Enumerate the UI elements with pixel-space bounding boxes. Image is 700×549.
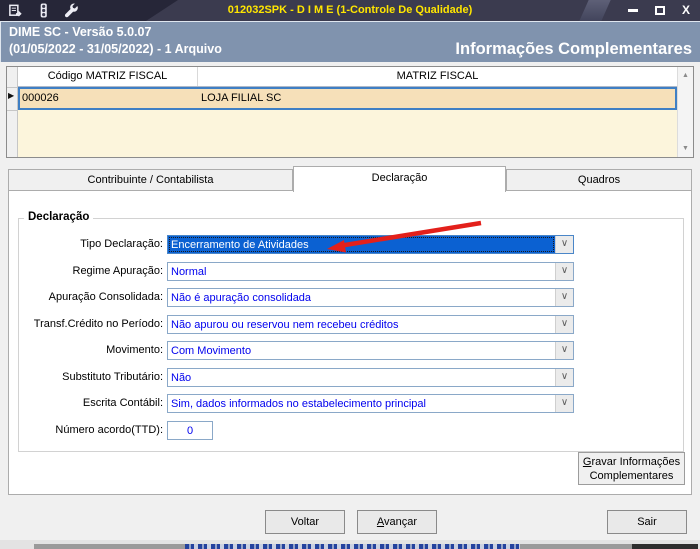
app-window: 012032SPK - D I M E (1-Controle De Quali… bbox=[0, 0, 700, 549]
maximize-button[interactable] bbox=[654, 6, 665, 15]
tab-label: Declaração bbox=[371, 172, 428, 184]
grid-header-row: Código MATRIZ FISCAL MATRIZ FISCAL bbox=[18, 67, 677, 87]
tipo-declaracao-label: Tipo Declaração: bbox=[80, 238, 163, 250]
chevron-down-icon[interactable]: ∨ bbox=[555, 395, 573, 412]
table-row[interactable]: 000026 LOJA FILIAL SC bbox=[18, 87, 677, 110]
background-window-content bbox=[185, 544, 520, 549]
chevron-down-icon[interactable]: ∨ bbox=[555, 342, 573, 359]
column-header-codigo-matriz-fiscal[interactable]: Código MATRIZ FISCAL bbox=[18, 67, 198, 86]
window-title: 012032SPK - D I M E (1-Controle De Quali… bbox=[227, 4, 473, 16]
document-icon[interactable] bbox=[7, 2, 24, 19]
numero-acordo-ttd-input[interactable] bbox=[167, 421, 213, 440]
numero-acordo-ttd-label: Número acordo(TTD): bbox=[55, 424, 163, 436]
matriz-fiscal-grid: ▶ Código MATRIZ FISCAL MATRIZ FISCAL 000… bbox=[6, 66, 694, 158]
traffic-light-icon[interactable] bbox=[35, 2, 52, 19]
minimize-button[interactable] bbox=[627, 9, 638, 12]
app-header: DIME SC - Versão 5.0.07 (01/05/2022 - 31… bbox=[0, 21, 700, 62]
gutter-divider bbox=[7, 110, 18, 111]
column-header-matriz-fiscal[interactable]: MATRIZ FISCAL bbox=[198, 67, 677, 86]
transf-credito-periodo-label: Transf.Crédito no Período: bbox=[33, 318, 163, 330]
tab-contribuinte-contabilista[interactable]: Contribuinte / Contabilista bbox=[8, 169, 293, 191]
tab-strip: Contribuinte / Contabilista Declaração Qua… bbox=[8, 166, 692, 192]
transf-credito-periodo-value: Não apurou ou reservou nem recebeu crédi… bbox=[171, 319, 399, 331]
regime-apuracao-combobox[interactable]: Normal ∨ bbox=[167, 262, 574, 281]
scroll-up-icon[interactable]: ▲ bbox=[678, 68, 693, 83]
footer-bar: Voltar Avançar Sair bbox=[0, 495, 700, 540]
window-controls: X bbox=[627, 0, 690, 21]
substituto-tributario-combobox[interactable]: Não ∨ bbox=[167, 368, 574, 387]
tipo-declaracao-value: Encerramento de Atividades bbox=[168, 236, 555, 253]
movimento-combobox[interactable]: Com Movimento ∨ bbox=[167, 341, 574, 360]
scroll-down-icon[interactable]: ▼ bbox=[678, 141, 693, 156]
movimento-value: Com Movimento bbox=[171, 345, 252, 357]
minimize-icon bbox=[627, 9, 638, 12]
sair-button[interactable]: Sair bbox=[607, 510, 687, 534]
table-cell[interactable]: 000026 bbox=[20, 89, 198, 108]
regime-apuracao-label: Regime Apuração: bbox=[72, 265, 164, 277]
voltar-button[interactable]: Voltar bbox=[265, 510, 345, 534]
table-cell[interactable]: LOJA FILIAL SC bbox=[198, 89, 675, 108]
section-title: Informações Complementares bbox=[455, 40, 692, 58]
titlebar-toolbar bbox=[7, 2, 80, 19]
close-button[interactable]: X bbox=[682, 0, 690, 21]
tab-quadros[interactable]: Quadros bbox=[506, 169, 692, 191]
grid-vertical-scrollbar[interactable]: ▲ ▼ bbox=[677, 67, 693, 157]
tab-label: Quadros bbox=[577, 174, 621, 186]
substituto-tributario-label: Substituto Tributário: bbox=[62, 371, 163, 383]
groupbox-title: Declaração bbox=[24, 211, 94, 223]
escrita-contabil-combobox[interactable]: Sim, dados informados no estabelecimento… bbox=[167, 394, 574, 413]
apuracao-consolidada-label: Apuração Consolidada: bbox=[48, 291, 163, 303]
gravar-button-line1: Gravar Informações bbox=[582, 455, 681, 468]
row-selector-gutter: ▶ bbox=[7, 67, 18, 157]
chevron-down-icon[interactable]: ∨ bbox=[555, 289, 573, 306]
transf-credito-periodo-combobox[interactable]: Não apurou ou reservou nem recebeu crédi… bbox=[167, 315, 574, 334]
maximize-icon bbox=[654, 6, 665, 15]
chevron-down-icon[interactable]: ∨ bbox=[555, 316, 573, 333]
tab-label: Contribuinte / Contabilista bbox=[87, 174, 214, 186]
tipo-declaracao-combobox[interactable]: Encerramento de Atividades ∨ bbox=[167, 235, 574, 254]
gravar-button-line2: Complementares bbox=[589, 469, 674, 482]
background-window-dark-segment bbox=[632, 544, 698, 549]
grid-empty-area bbox=[18, 110, 677, 157]
apuracao-consolidada-combobox[interactable]: Não é apuração consolidada ∨ bbox=[167, 288, 574, 307]
titlebar: 012032SPK - D I M E (1-Controle De Quali… bbox=[0, 0, 700, 21]
current-row-marker-icon: ▶ bbox=[8, 91, 15, 100]
wrench-icon[interactable] bbox=[63, 2, 80, 19]
chevron-down-icon[interactable]: ∨ bbox=[555, 236, 573, 253]
titlebar-highlight-streak bbox=[579, 0, 611, 21]
app-version-text: DIME SC - Versão 5.0.07 bbox=[9, 25, 152, 39]
escrita-contabil-value: Sim, dados informados no estabelecimento… bbox=[171, 398, 426, 410]
escrita-contabil-label: Escrita Contábil: bbox=[82, 397, 163, 409]
gutter-divider bbox=[7, 87, 18, 88]
period-text: (01/05/2022 - 31/05/2022) - 1 Arquivo bbox=[9, 42, 222, 56]
chevron-down-icon[interactable]: ∨ bbox=[555, 369, 573, 386]
substituto-tributario-value: Não bbox=[171, 372, 192, 384]
avancar-button[interactable]: Avançar bbox=[357, 510, 437, 534]
regime-apuracao-value: Normal bbox=[171, 266, 207, 278]
tab-declaracao[interactable]: Declaração bbox=[293, 166, 506, 192]
chevron-down-icon[interactable]: ∨ bbox=[555, 263, 573, 280]
gravar-informacoes-complementares-button[interactable]: Gravar Informações Complementares bbox=[578, 452, 685, 485]
apuracao-consolidada-value: Não é apuração consolidada bbox=[171, 292, 312, 304]
movimento-label: Movimento: bbox=[106, 344, 163, 356]
background-window-sliver bbox=[0, 540, 700, 549]
